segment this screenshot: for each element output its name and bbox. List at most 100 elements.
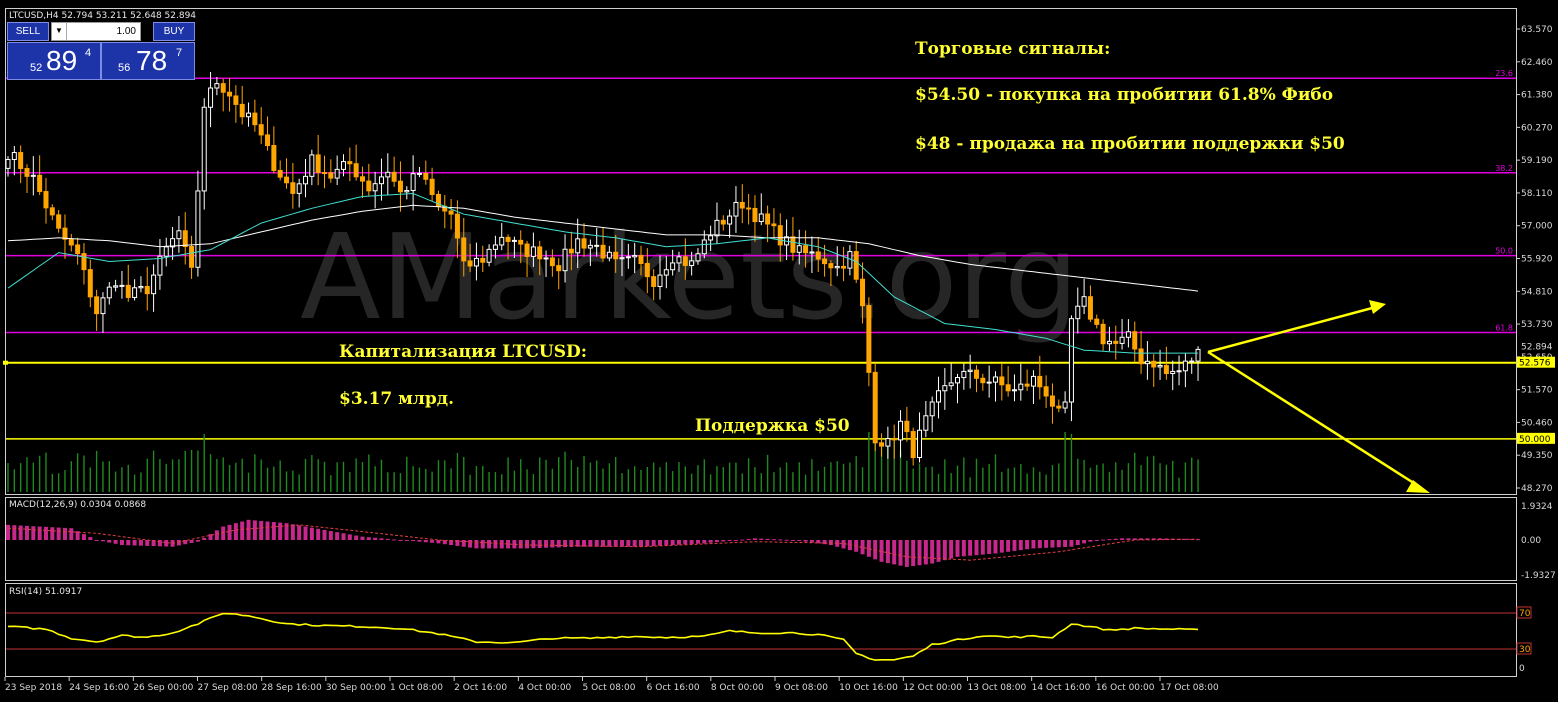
macd-histogram-bar [1006, 540, 1011, 552]
macd-histogram-bar [278, 522, 283, 540]
candle-body [796, 245, 802, 253]
candle-body [885, 438, 891, 447]
macd-histogram-bar [968, 540, 973, 556]
macd-histogram-bar [961, 540, 966, 557]
candle-body [999, 376, 1005, 386]
candle-body [366, 180, 372, 192]
macd-histogram-bar [949, 540, 954, 559]
macd-histogram-bar [645, 540, 650, 547]
sell-price-quote[interactable]: 52 89 4 [7, 42, 101, 80]
candle-body [1100, 323, 1106, 345]
candle-body [973, 369, 979, 379]
signal-buy-text: $54.50 - покупка на пробитии 61.8% Фибо [915, 85, 1333, 105]
candle-body [765, 213, 771, 225]
macd-histogram-bar [341, 533, 346, 540]
macd-histogram-bar [195, 540, 200, 542]
price-axis-label: 60.270 [1521, 123, 1553, 133]
time-axis-label: 6 Oct 16:00 [647, 683, 700, 693]
capitalization-value: $3.17 млрд. [339, 389, 454, 409]
time-axis-label: 28 Sep 16:00 [262, 683, 322, 693]
macd-histogram-bar [942, 540, 947, 561]
trade-panel-top-row: SELL ▼ 1.00 BUY [7, 22, 195, 41]
macd-histogram-bar [1107, 539, 1112, 541]
candle-body [43, 191, 49, 209]
macd-histogram-bar [1050, 540, 1055, 548]
candle-body [359, 176, 365, 182]
time-axis-label: 13 Oct 08:00 [968, 683, 1027, 693]
candle-body [448, 210, 454, 215]
macd-histogram-bar [550, 540, 555, 548]
buy-button[interactable]: BUY [153, 22, 195, 41]
price-chart: AMarkets.org 23.638.250.061.8 63.57062.4… [0, 0, 1558, 698]
candle-body [841, 265, 847, 269]
candle-body [56, 214, 62, 229]
candle-body [923, 415, 929, 431]
candle-body [613, 251, 619, 260]
macd-histogram-bar [18, 525, 23, 540]
price-axis-label: 50.460 [1521, 418, 1553, 428]
candle-body [271, 145, 277, 171]
candle-body [961, 370, 967, 379]
macd-histogram-bar [537, 540, 542, 548]
candle-body [891, 438, 897, 441]
candle-body [1195, 348, 1201, 362]
candle-body [644, 263, 650, 278]
candle-body [1157, 365, 1163, 368]
candle-body [49, 207, 55, 216]
macd-histogram-bar [126, 540, 131, 546]
candle-body [657, 274, 663, 287]
macd-histogram-bar [752, 538, 757, 540]
candle-body [733, 201, 739, 217]
macd-histogram-bar [866, 540, 871, 557]
chevron-down-icon[interactable]: ▼ [52, 23, 67, 40]
one-click-trading-panel: SELL ▼ 1.00 BUY 52 89 4 56 78 7 [7, 22, 195, 80]
candle-body [385, 171, 391, 178]
candle-body [100, 297, 106, 315]
price-axis-label: 59.190 [1521, 156, 1553, 166]
macd-histogram-bar [113, 540, 118, 544]
macd-histogram-bar [626, 540, 631, 547]
macd-histogram-bar [651, 540, 656, 547]
macd-histogram-bar [1037, 540, 1042, 549]
candle-body [68, 238, 74, 246]
candle-body [125, 284, 131, 298]
macd-histogram-bar [803, 540, 808, 542]
candle-body [372, 183, 378, 192]
macd-histogram-bar [676, 540, 681, 545]
sell-button[interactable]: SELL [7, 22, 49, 41]
candle-body [1125, 331, 1131, 338]
macd-histogram-bar [259, 520, 264, 540]
sell-price-sup: 4 [85, 47, 92, 59]
sell-price-big: 89 [46, 45, 78, 76]
candle-body [1094, 318, 1100, 325]
macd-histogram-bar [69, 528, 74, 540]
macd-histogram-bar [885, 540, 890, 564]
candle-body [214, 83, 220, 89]
macd-histogram-bar [1075, 540, 1080, 546]
macd-histogram-bar [607, 540, 612, 547]
candle-body [461, 237, 467, 262]
price-axis-label: 53.730 [1521, 320, 1553, 330]
buy-price-quote[interactable]: 56 78 7 [101, 42, 195, 80]
candle-body [581, 238, 587, 249]
macd-histogram-bar [100, 540, 105, 542]
macd-histogram-bar [1082, 540, 1087, 544]
candle-body [632, 254, 638, 258]
macd-histogram-bar [417, 540, 422, 542]
price-axis-label: 57.000 [1521, 222, 1553, 232]
candle-body [1018, 383, 1024, 391]
candle-body [454, 213, 460, 239]
time-axis-label: 10 Oct 16:00 [839, 683, 898, 693]
candle-body [708, 235, 714, 241]
candle-body [252, 112, 258, 126]
macd-histogram-bar [94, 540, 99, 541]
lot-size-input[interactable]: ▼ 1.00 [51, 22, 141, 41]
macd-histogram-bar [993, 540, 998, 554]
time-axis-label: 14 Oct 16:00 [1032, 683, 1091, 693]
fib-level-label: 38.2 [1495, 164, 1513, 173]
macd-histogram-bar [955, 540, 960, 557]
candle-body [246, 112, 252, 118]
candle-body [138, 286, 144, 289]
macd-histogram-bar [138, 540, 143, 546]
macd-histogram-bar [898, 540, 903, 566]
